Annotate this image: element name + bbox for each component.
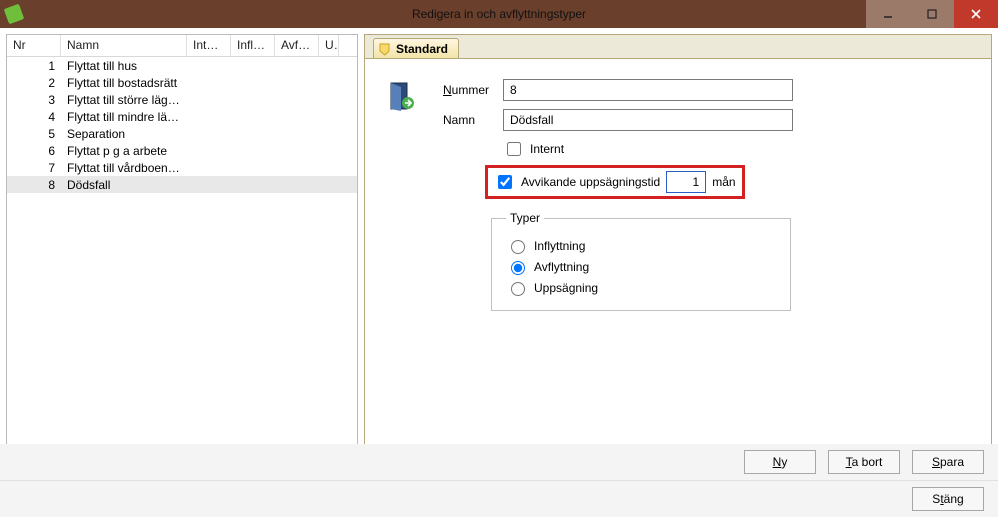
button-stang[interactable]: Stäng	[912, 487, 984, 511]
radio-uppsagning[interactable]	[511, 282, 525, 296]
checkbox-internt[interactable]	[507, 142, 521, 156]
cell-nr: 6	[7, 143, 61, 159]
button-row-actions: Ny Ta bort Spara	[0, 444, 998, 480]
input-namn[interactable]	[503, 109, 793, 131]
col-nr[interactable]: Nr	[7, 35, 61, 56]
button-tabort[interactable]: Ta bort	[828, 450, 900, 474]
highlight-avvikande: Avvikande uppsägningstid mån	[485, 165, 745, 199]
table-row[interactable]: 4Flyttat till mindre läge...	[7, 108, 357, 125]
window-controls	[866, 0, 998, 28]
input-nummer[interactable]	[503, 79, 793, 101]
bottom-area: Ny Ta bort Spara Stäng	[0, 444, 998, 517]
button-ny[interactable]: Ny	[744, 450, 816, 474]
label-uppsagning[interactable]: Uppsägning	[534, 281, 598, 295]
cell-namn: Flyttat till större lägen...	[61, 92, 187, 108]
detail-body: Nummer Namn Internt Avvikande uppsägning…	[364, 58, 992, 467]
table-row[interactable]: 1Flyttat till hus	[7, 57, 357, 74]
radio-row-avflyttning: Avflyttning	[506, 258, 776, 275]
table-row[interactable]: 8Dödsfall	[7, 176, 357, 193]
radio-avflyttning[interactable]	[511, 261, 525, 275]
col-avflytt[interactable]: Avflytt...	[275, 35, 319, 56]
col-namn[interactable]: Namn	[61, 35, 187, 56]
cell-namn: Flyttat till hus	[61, 58, 187, 74]
button-spara[interactable]: Spara	[912, 450, 984, 474]
cell-nr: 1	[7, 58, 61, 74]
label-nummer: Nummer	[443, 83, 503, 97]
table-header: Nr Namn Internt Inflytt... Avflytt... U	[7, 35, 357, 57]
label-internt[interactable]: Internt	[530, 142, 564, 156]
radio-inflyttning[interactable]	[511, 240, 525, 254]
form: Nummer Namn Internt Avvikande uppsägning…	[443, 79, 969, 311]
table-row[interactable]: 5Separation	[7, 125, 357, 142]
cell-namn: Flyttat till bostadsrätt	[61, 75, 187, 91]
cell-namn: Flyttat p g a arbete	[61, 143, 187, 159]
group-typer: Typer Inflyttning Avflyttning Uppsägning	[491, 211, 791, 311]
cell-namn: Flyttat till vårdboende	[61, 160, 187, 176]
table-row[interactable]: 3Flyttat till större lägen...	[7, 91, 357, 108]
cell-nr: 3	[7, 92, 61, 108]
window-minimize[interactable]	[866, 0, 910, 28]
row-avvikande: Avvikande uppsägningstid mån	[485, 165, 969, 199]
window-maximize[interactable]	[910, 0, 954, 28]
legend-typer: Typer	[506, 211, 544, 225]
row-namn: Namn	[443, 109, 969, 131]
table-body[interactable]: 1Flyttat till hus2Flyttat till bostadsrä…	[7, 57, 357, 449]
radio-row-inflyttning: Inflyttning	[506, 237, 776, 254]
app-icon	[4, 4, 25, 25]
table-row[interactable]: 7Flyttat till vårdboende	[7, 159, 357, 176]
cell-nr: 7	[7, 160, 61, 176]
row-internt: Internt	[503, 139, 969, 159]
col-internt[interactable]: Internt	[187, 35, 231, 56]
cell-nr: 8	[7, 177, 61, 193]
table-row[interactable]: 6Flyttat p g a arbete	[7, 142, 357, 159]
label-avflyttning[interactable]: Avflyttning	[534, 260, 589, 274]
detail-panel: Standard Nummer Namn	[364, 34, 992, 467]
tab-standard[interactable]: Standard	[373, 38, 459, 58]
col-inflytt[interactable]: Inflytt...	[231, 35, 275, 56]
door-icon	[387, 81, 415, 113]
client-area: Nr Namn Internt Inflytt... Avflytt... U …	[0, 28, 998, 473]
input-avvikande-months[interactable]	[666, 171, 706, 193]
tab-standard-icon	[378, 42, 392, 56]
cell-nr: 2	[7, 75, 61, 91]
cell-nr: 4	[7, 109, 61, 125]
button-row-close: Stäng	[0, 480, 998, 517]
label-namn: Namn	[443, 113, 503, 127]
label-avvikande[interactable]: Avvikande uppsägningstid	[521, 175, 660, 189]
cell-namn: Dödsfall	[61, 177, 187, 193]
window-close[interactable]	[954, 0, 998, 28]
cell-namn: Flyttat till mindre läge...	[61, 109, 187, 125]
radio-row-uppsagning: Uppsägning	[506, 279, 776, 296]
row-nummer: Nummer	[443, 79, 969, 101]
cell-nr: 5	[7, 126, 61, 142]
label-avvikande-unit: mån	[712, 175, 735, 189]
tab-standard-label: Standard	[396, 42, 448, 56]
window-titlebar: Redigera in och avflyttningstyper	[0, 0, 998, 28]
types-table: Nr Namn Internt Inflytt... Avflytt... U …	[6, 34, 358, 467]
window-title: Redigera in och avflyttningstyper	[412, 7, 586, 21]
checkbox-avvikande[interactable]	[498, 175, 512, 189]
label-inflyttning[interactable]: Inflyttning	[534, 239, 585, 253]
col-u[interactable]: U	[319, 35, 339, 56]
cell-namn: Separation	[61, 126, 187, 142]
table-row[interactable]: 2Flyttat till bostadsrätt	[7, 74, 357, 91]
tabstrip: Standard	[364, 34, 992, 58]
